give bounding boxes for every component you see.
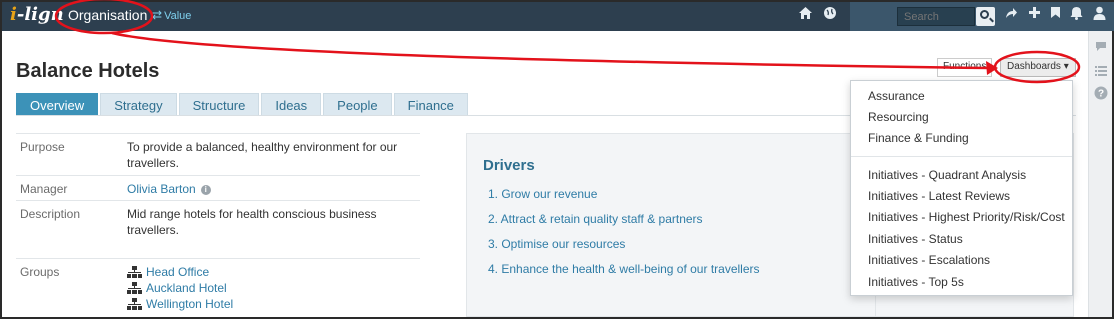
manager-row: Manager Olivia Barton i [16, 175, 420, 200]
menu-item-status[interactable]: Initiatives - Status [868, 232, 963, 246]
bookmark-icon[interactable] [1050, 6, 1061, 22]
tab-bar: Overview Strategy Structure Ideas People… [16, 93, 470, 116]
groups-label: Groups [20, 265, 60, 279]
group-auckland-hotel: Auckland Hotel [146, 281, 227, 295]
description-value: Mid range hotels for health conscious bu… [127, 207, 377, 237]
dashboards-dropdown-menu: Assurance Resourcing Finance & Funding I… [850, 80, 1073, 296]
list-icon[interactable] [1095, 64, 1107, 79]
menu-item-latest-reviews[interactable]: Initiatives - Latest Reviews [868, 189, 1010, 203]
drivers-panel: Drivers 1. Grow our revenue 2. Attract &… [466, 133, 876, 317]
globe-icon[interactable] [823, 6, 837, 23]
tab-strategy[interactable]: Strategy [100, 93, 177, 116]
driver-item[interactable]: 3. Optimise our resources [488, 237, 625, 251]
group-item[interactable]: Head Office [127, 264, 416, 280]
purpose-value: To provide a balanced, healthy environme… [127, 140, 398, 170]
svg-text:?: ? [1098, 89, 1104, 100]
logo-text: -lign [16, 4, 64, 25]
org-chart-icon [127, 298, 142, 310]
search-button[interactable] [976, 7, 995, 26]
purpose-label: Purpose [20, 140, 65, 154]
drivers-title: Drivers [483, 157, 535, 174]
manager-link[interactable]: Olivia Barton [127, 182, 196, 196]
search-icon [980, 10, 989, 19]
menu-item-escalations[interactable]: Initiatives - Escalations [868, 253, 990, 267]
group-item[interactable]: Wellington Hotel [127, 296, 416, 312]
home-icon[interactable] [798, 6, 813, 23]
purpose-row: Purpose To provide a balanced, healthy e… [16, 133, 420, 175]
description-label: Description [20, 207, 81, 221]
swap-arrows-icon: ⇄ [152, 8, 163, 22]
menu-divider [851, 156, 1072, 157]
search-input[interactable] [897, 7, 975, 26]
tab-overview[interactable]: Overview [16, 93, 99, 116]
groups-list: Head Office Auckland Hotel Wellington Ho… [127, 264, 416, 312]
page-title: Balance Hotels [16, 60, 160, 82]
menu-item-resourcing[interactable]: Resourcing [868, 110, 929, 124]
help-icon[interactable]: ? [1094, 86, 1108, 103]
tab-finance[interactable]: Finance [393, 93, 468, 116]
menu-item-highest-priority[interactable]: Initiatives - Highest Priority/Risk/Cost [868, 210, 1065, 224]
menu-item-quadrant-analysis[interactable]: Initiatives - Quadrant Analysis [868, 168, 1026, 182]
share-icon[interactable] [1004, 6, 1018, 23]
groups-row: Groups Head Office Auckland Hotel Wellin… [16, 258, 420, 314]
group-item[interactable]: Auckland Hotel [127, 280, 416, 296]
driver-item[interactable]: 4. Enhance the health & well-being of ou… [488, 262, 760, 276]
manager-value: Olivia Barton i [127, 181, 416, 196]
driver-item[interactable]: 2. Attract & retain quality staff & part… [488, 212, 703, 226]
group-head-office: Head Office [146, 265, 210, 279]
driver-item[interactable]: 1. Grow our revenue [488, 187, 597, 201]
user-icon[interactable] [1093, 6, 1106, 23]
value-link-label: Value [164, 10, 192, 22]
organisation-link[interactable]: Organisation [68, 7, 147, 23]
group-wellington-hotel: Wellington Hotel [146, 297, 234, 311]
menu-item-assurance[interactable]: Assurance [868, 89, 925, 103]
dashboards-button[interactable]: Dashboards ▾ [1000, 58, 1076, 77]
functions-button[interactable]: Functions [937, 58, 993, 77]
value-link[interactable]: ⇄ Value [152, 8, 191, 22]
plus-icon[interactable] [1028, 6, 1041, 22]
bell-icon[interactable] [1070, 6, 1083, 23]
org-chart-icon [127, 266, 142, 278]
tab-people[interactable]: People [323, 93, 392, 116]
details-table: Purpose To provide a balanced, healthy e… [16, 133, 420, 314]
org-chart-icon [127, 282, 142, 294]
chat-icon[interactable] [1095, 40, 1107, 55]
logo-prefix: i [10, 4, 17, 25]
menu-item-top-5s[interactable]: Initiatives - Top 5s [868, 275, 964, 289]
info-icon[interactable]: i [200, 184, 211, 195]
manager-label: Manager [20, 182, 68, 196]
tab-structure[interactable]: Structure [178, 93, 260, 116]
description-row: Description Mid range hotels for health … [16, 200, 420, 258]
menu-item-finance-funding[interactable]: Finance & Funding [868, 131, 969, 145]
tab-ideas[interactable]: Ideas [261, 93, 322, 116]
app-logo[interactable]: i-lign [10, 4, 64, 25]
